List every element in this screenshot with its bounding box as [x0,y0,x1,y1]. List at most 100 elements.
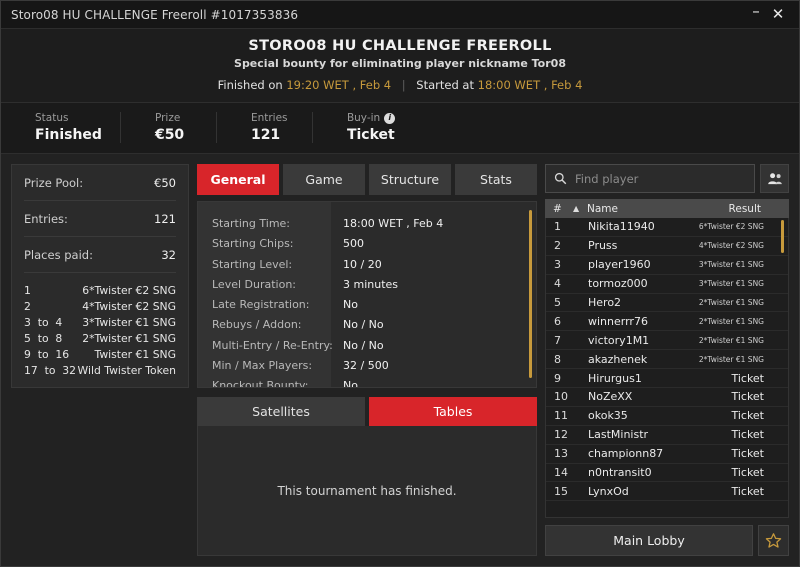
general-scrollbar[interactable] [529,210,532,378]
player-list-header: # ▲ Name Result [545,199,789,218]
table-row[interactable]: 15 LynxOd Ticket [546,482,788,502]
prize-pool-label: Prize Pool: [24,176,84,190]
players-filter-button[interactable] [760,164,789,193]
player-list[interactable]: 1 Nikita11940 6*Twister €2 SNG 2 Pruss 4… [545,218,789,518]
general-labels: Starting Time: Starting Chips: Starting … [198,202,333,387]
stat-buyin-label: Buy-in [346,112,381,124]
player-name: okok35 [588,409,628,423]
player-rank: 7 [554,333,561,347]
column-name[interactable]: Name [587,203,729,215]
favorite-button[interactable] [758,525,789,556]
player-name: akazhenek [588,352,648,366]
tab-game[interactable]: Game [283,164,365,195]
player-rank: 5 [554,296,561,309]
table-row[interactable]: 6 winnerrr76 2*Twister €1 SNG [546,312,788,332]
player-rank: 11 [554,409,568,423]
tab-structure[interactable]: Structure [369,164,451,195]
tournament-lobby-window: Storo08 HU CHALLENGE Freeroll #101735383… [0,0,800,567]
player-name: victory1M1 [588,333,650,347]
player-result: 2*Twister €1 SNG [698,335,764,345]
table-row[interactable]: 5 Hero2 2*Twister €1 SNG [546,294,788,313]
table-row[interactable]: 11 okok35 Ticket [546,407,788,426]
minimize-button[interactable]: – [745,4,767,26]
player-name: NoZeXX [588,390,633,404]
general-label: Starting Level: [212,257,293,271]
tab-satellites[interactable]: Satellites [197,397,365,426]
table-row[interactable]: 8 akazhenek 2*Twister €1 SNG [546,350,788,370]
tab-general[interactable]: General [197,164,279,195]
player-name: championn87 [588,447,664,461]
table-row[interactable]: 14 n0ntransit0 Ticket [546,464,788,483]
player-rank: 12 [554,428,568,442]
detail-tabs: General Game Structure Stats [197,164,537,195]
star-icon [765,533,782,548]
search-box[interactable] [545,164,755,193]
payout-list: 1 6*Twister €2 SNG 2 4*Twister €2 SNG 3 … [24,273,176,378]
player-name: LastMinistr [588,428,649,442]
table-row[interactable]: 4 tormoz000 3*Twister €1 SNG [546,275,788,294]
player-result: 2*Twister €1 SNG [698,316,764,326]
table-row[interactable]: 1 Nikita11940 6*Twister €2 SNG [546,218,788,237]
general-value: 10 / 20 [343,257,382,271]
stat-buyin-value: Ticket [346,127,395,143]
table-row[interactable]: 10 NoZeXX Ticket [546,388,788,407]
player-result: 4*Twister €2 SNG [698,241,764,251]
general-value: 3 minutes [343,277,399,291]
player-name: tormoz000 [588,277,648,291]
main-lobby-button[interactable]: Main Lobby [545,525,753,556]
sub-tabs: Satellites Tables [197,397,537,426]
player-result: Ticket [731,447,764,461]
player-rank: 8 [554,352,561,366]
info-icon[interactable]: i [384,112,396,124]
tab-stats[interactable]: Stats [455,164,537,195]
payout-prize: Wild Twister Token [77,363,176,377]
player-rank: 4 [554,277,561,291]
footer-row: Main Lobby [545,525,789,556]
stat-entries-label: Entries [250,112,288,124]
player-name: Hirurgus1 [588,371,642,385]
player-rank: 1 [554,220,561,234]
prize-column: Prize Pool: €50 Entries: 121 Places paid… [11,164,189,556]
payout-rank: 3 to 4 [24,315,63,329]
player-rank: 13 [554,447,568,461]
payout-rank: 17 to 32 [24,363,77,377]
payout-prize: Twister €1 SNG [94,347,176,361]
table-row[interactable]: 7 victory1M1 2*Twister €1 SNG [546,331,788,351]
table-row[interactable]: 9 Hirurgus1 Ticket [546,369,788,389]
player-rank: 10 [554,390,568,404]
general-label: Starting Time: [212,217,291,230]
table-row[interactable]: 13 championn87 Ticket [546,445,788,464]
people-icon [767,173,782,185]
player-list-scrollbar[interactable] [781,220,784,253]
player-rank: 6 [554,314,561,328]
player-result: 2*Twister €1 SNG [698,354,764,364]
player-name: n0ntransit0 [588,466,652,480]
stats-strip: Status Finished Prize €50 Entries 121 Bu… [1,103,799,154]
finished-prefix: Finished on [217,78,283,92]
payout-row: 1 6*Twister €2 SNG [24,282,176,298]
table-row[interactable]: 12 LastMinistr Ticket [546,426,788,445]
player-name: Nikita11940 [588,220,655,234]
player-result: 3*Twister €1 SNG [698,260,764,270]
sort-arrow-icon[interactable]: ▲ [573,204,587,213]
payout-row: 9 to 16 Twister €1 SNG [24,346,176,362]
entries-label: Entries: [24,212,68,226]
player-result: Ticket [731,390,764,404]
column-result[interactable]: Result [729,203,781,215]
table-row[interactable]: 2 Pruss 4*Twister €2 SNG [546,237,788,256]
general-label: Rebuys / Addon: [212,318,302,332]
table-row[interactable]: 3 player1960 3*Twister €1 SNG [546,256,788,275]
column-number[interactable]: # [553,203,573,215]
stat-status-label: Status [35,112,69,124]
stat-entries-value: 121 [250,127,281,143]
close-button[interactable]: ✕ [767,4,789,26]
tab-tables[interactable]: Tables [369,397,537,426]
payout-rank: 9 to 16 [24,347,70,361]
payout-row: 5 to 8 2*Twister €1 SNG [24,330,176,346]
player-rank: 14 [554,466,568,480]
search-input[interactable] [575,171,746,186]
stat-prize-value: €50 [154,127,185,143]
payout-prize: 3*Twister €1 SNG [82,315,176,329]
places-paid-row: Places paid: 32 [24,237,176,273]
places-paid-label: Places paid: [24,248,93,262]
